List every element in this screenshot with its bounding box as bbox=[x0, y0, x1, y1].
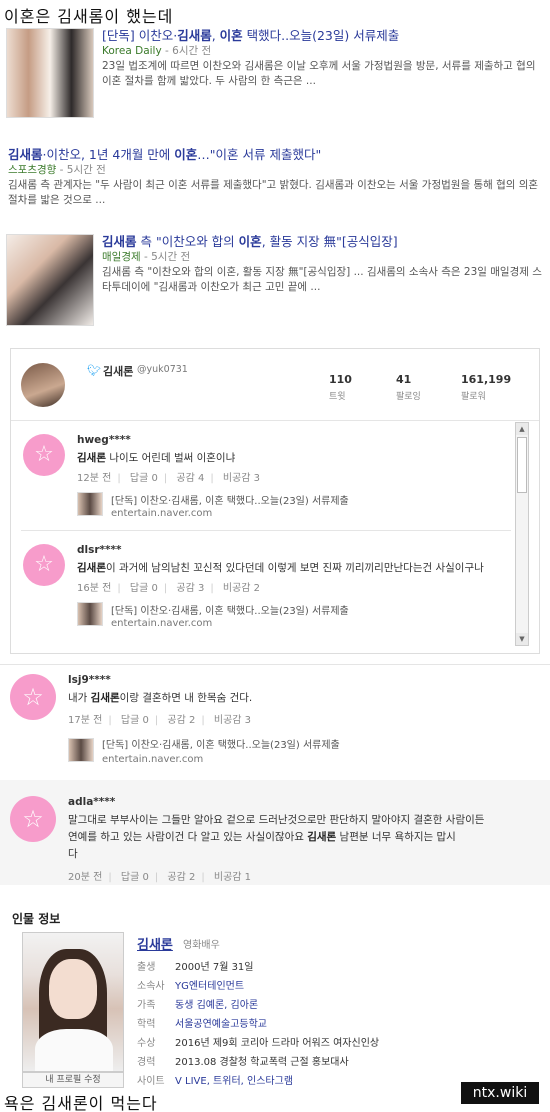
default-avatar-star-icon: ☆ bbox=[10, 674, 56, 720]
profile-photo[interactable] bbox=[22, 932, 124, 1072]
link-thumbnail[interactable] bbox=[68, 738, 94, 762]
comment-text: 김새론 나이도 어린데 벌써 이혼이냐 bbox=[77, 452, 236, 464]
stat-tweets[interactable]: 110 트윗 bbox=[329, 373, 352, 402]
twitter-bird-icon: 🐦︎ bbox=[87, 364, 101, 377]
person-info-heading: 인물 정보 bbox=[12, 912, 61, 926]
like-button[interactable]: 공감 3 bbox=[176, 583, 204, 594]
site-links[interactable]: V LIVE, 트위터, 인스타그램 bbox=[175, 1076, 293, 1087]
news-description: 김새롬 측 관계자는 "두 사람이 최근 이혼 서류를 제출했다"고 밝혔다. … bbox=[8, 179, 539, 206]
dislike-button[interactable]: 비공감 1 bbox=[214, 872, 251, 883]
comment-user[interactable]: hweg**** bbox=[77, 434, 131, 446]
news-title[interactable]: [단독] 이찬오·김새롬, 이혼 택했다..오늘(23일) 서류제출 bbox=[102, 28, 544, 44]
news-thumbnail[interactable] bbox=[6, 234, 94, 326]
link-title[interactable]: [단독] 이찬오·김새롬, 이혼 택했다..오늘(23일) 서류제출 bbox=[111, 492, 349, 507]
news-thumbnail[interactable] bbox=[6, 28, 94, 118]
comment-text: 내가 김새론이랑 결혼하면 내 한목숨 건다. bbox=[68, 692, 253, 704]
news-source: 스포츠경향 - 5시간 전 bbox=[8, 164, 106, 176]
reply-button[interactable]: 답글 0 bbox=[121, 715, 149, 726]
list-item: ☆ dlsr**** 김새론이 과거에 남의남친 꼬신적 있다던데 이렇게 보면… bbox=[11, 532, 511, 644]
link-thumbnail[interactable] bbox=[77, 492, 103, 516]
news-source: 매일경제 - 5시간 전 bbox=[102, 251, 191, 263]
dislike-button[interactable]: 비공감 2 bbox=[223, 583, 260, 594]
reply-button[interactable]: 답글 0 bbox=[130, 583, 158, 594]
link-thumbnail[interactable] bbox=[77, 602, 103, 626]
link-title[interactable]: [단독] 이찬오·김새롬, 이혼 택했다..오늘(23일) 서류제출 bbox=[111, 602, 349, 617]
news-source: Korea Daily - 6시간 전 bbox=[102, 45, 212, 57]
comment-user[interactable]: lsj9**** bbox=[68, 674, 111, 686]
like-button[interactable]: 공감 2 bbox=[167, 872, 195, 883]
twitter-header: 🐦︎ 김새론 @yuk0731 110 트윗 41 팔로잉 161,199 팔로… bbox=[11, 349, 539, 421]
info-row-birth: 출생 2000년 7월 31일 bbox=[137, 962, 254, 973]
info-row-family: 가족 동생 김예론, 김아론 bbox=[137, 1000, 259, 1011]
news-result-3[interactable]: 김새롬 측 "이찬오와 합의 이혼, 활동 지장 無"[공식입장] 매일경제 -… bbox=[0, 234, 550, 328]
like-button[interactable]: 공감 4 bbox=[176, 473, 204, 484]
list-item: ☆ lsj9**** 내가 김새론이랑 결혼하면 내 한목숨 건다. 17분 전… bbox=[0, 668, 550, 778]
comment-user[interactable]: dlsr**** bbox=[77, 544, 122, 556]
comment-meta: 16분 전 | 답글 0 | 공감 3 | 비공감 2 bbox=[77, 583, 261, 594]
comment-meta: 12분 전 | 답글 0 | 공감 4 | 비공감 3 bbox=[77, 473, 261, 484]
comment-meta: 20분 전 | 답글 0 | 공감 2 | 비공감 1 bbox=[68, 872, 252, 883]
scrollbar-thumb[interactable] bbox=[517, 437, 527, 493]
person-occupation: 영화배우 bbox=[183, 940, 220, 951]
scroll-up-arrow-icon[interactable]: ▲ bbox=[516, 423, 528, 435]
list-item: ☆ adla**** 말그대로 부부사이는 그들만 알아요 겉으로 드러난것으로… bbox=[0, 790, 550, 885]
link-url: entertain.naver.com bbox=[111, 508, 213, 519]
info-row-agency: 소속사 YG엔터테인먼트 bbox=[137, 981, 245, 992]
stat-followers[interactable]: 161,199 팔로워 bbox=[461, 373, 511, 402]
comment-text: 김새론이 과거에 남의남친 꼬신적 있다던데 이렇게 보면 진짜 끼리끼리만난다… bbox=[77, 562, 484, 574]
comment-meta: 17분 전 | 답글 0 | 공감 2 | 비공감 3 bbox=[68, 715, 252, 726]
top-caption: 이혼은 김새롬이 했는데 bbox=[4, 7, 174, 26]
dislike-button[interactable]: 비공감 3 bbox=[223, 473, 260, 484]
family-link[interactable]: 동생 김예론, 김아론 bbox=[175, 1000, 258, 1011]
dislike-button[interactable]: 비공감 3 bbox=[214, 715, 251, 726]
divider bbox=[21, 530, 511, 531]
news-title[interactable]: 김새롬 측 "이찬오와 합의 이혼, 활동 지장 無"[공식입장] bbox=[102, 234, 544, 250]
news-result-2[interactable]: 김새롬·이찬오, 1년 4개월 만에 이혼…"이혼 서류 제출했다" 스포츠경향… bbox=[0, 147, 550, 207]
info-row-sites: 사이트 V LIVE, 트위터, 인스타그램 bbox=[137, 1076, 294, 1087]
comment-user[interactable]: adla**** bbox=[68, 796, 115, 808]
agency-link[interactable]: YG엔터테인먼트 bbox=[175, 981, 244, 992]
default-avatar-star-icon: ☆ bbox=[23, 544, 65, 586]
news-result-1[interactable]: [단독] 이찬오·김새롬, 이혼 택했다..오늘(23일) 서류제출 Korea… bbox=[0, 28, 550, 122]
scroll-down-arrow-icon[interactable]: ▼ bbox=[516, 633, 528, 645]
divider bbox=[0, 664, 550, 665]
news-description: 23일 법조계에 따르면 이찬오와 김새롬은 이날 오후께 서울 가정법원을 방… bbox=[102, 60, 536, 87]
twitter-comment-list[interactable]: ☆ hweg**** 김새론 나이도 어린데 벌써 이혼이냐 12분 전 | 답글… bbox=[11, 422, 539, 653]
watermark: ntx.wiki bbox=[461, 1082, 539, 1104]
education-link[interactable]: 서울공연예술고등학교 bbox=[175, 1019, 267, 1030]
news-title[interactable]: 김새롬·이찬오, 1년 4개월 만에 이혼…"이혼 서류 제출했다" bbox=[8, 147, 544, 163]
info-row-career: 경력 2013.08 경찰청 학교폭력 근절 홍보대사 bbox=[137, 1057, 349, 1068]
bottom-caption: 욕은 김새론이 먹는다 bbox=[4, 1094, 158, 1112]
link-url: entertain.naver.com bbox=[111, 618, 213, 629]
default-avatar-star-icon: ☆ bbox=[23, 434, 65, 476]
default-avatar-star-icon: ☆ bbox=[10, 796, 56, 842]
twitter-handle: @yuk0731 bbox=[137, 364, 188, 375]
person-name[interactable]: 김새론 bbox=[137, 934, 173, 953]
info-row-award: 수상 2016년 제9회 코리아 드라마 어워즈 여자신인상 bbox=[137, 1038, 380, 1049]
list-item: ☆ hweg**** 김새론 나이도 어린데 벌써 이혼이냐 12분 전 | 답글… bbox=[11, 422, 511, 530]
like-button[interactable]: 공감 2 bbox=[167, 715, 195, 726]
avatar[interactable] bbox=[21, 363, 65, 407]
comment-text: 말그대로 부부사이는 그들만 알아요 겉으로 드러난것으로만 판단하지 말아야지… bbox=[68, 814, 485, 860]
link-url: entertain.naver.com bbox=[102, 754, 204, 765]
reply-button[interactable]: 답글 0 bbox=[130, 473, 158, 484]
reply-button[interactable]: 답글 0 bbox=[121, 872, 149, 883]
scrollbar[interactable]: ▲ ▼ bbox=[515, 422, 529, 646]
edit-profile-button[interactable]: 내 프로필 수정 bbox=[22, 1072, 124, 1088]
news-description: 김새롬 측 "이찬오와 합의 이혼, 활동 지장 無"[공식입장] ... 김새… bbox=[102, 266, 542, 293]
twitter-profile-widget: 🐦︎ 김새론 @yuk0731 110 트윗 41 팔로잉 161,199 팔로… bbox=[10, 348, 540, 654]
stat-following[interactable]: 41 팔로잉 bbox=[396, 373, 421, 402]
info-row-education: 학력 서울공연예술고등학교 bbox=[137, 1019, 267, 1030]
link-title[interactable]: [단독] 이찬오·김새롬, 이혼 택했다..오늘(23일) 서류제출 bbox=[102, 736, 340, 751]
twitter-name[interactable]: 김새론 bbox=[103, 363, 133, 379]
